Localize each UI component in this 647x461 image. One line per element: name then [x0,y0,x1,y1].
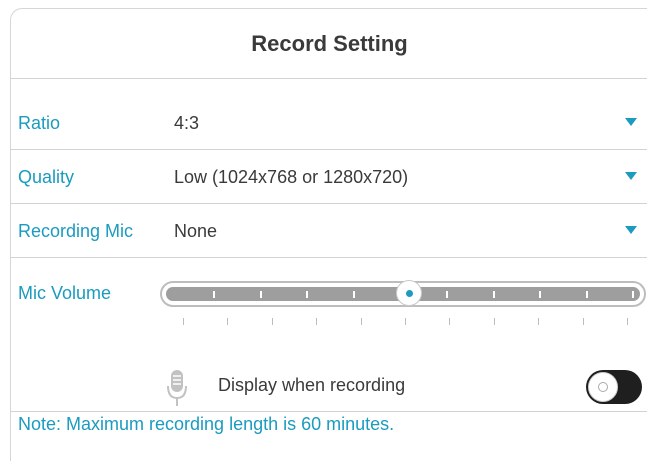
slider-notch [632,291,634,298]
divider [10,78,647,79]
toggle-knob [588,372,618,402]
slider-notch [493,291,495,298]
divider [10,411,647,412]
display-when-recording-toggle[interactable] [586,370,642,404]
slider-notch [539,291,541,298]
caret-down-icon[interactable] [625,172,637,180]
recording-mic-value[interactable]: None [174,205,217,257]
slider-tick [405,318,406,325]
slider-tick [583,318,584,325]
slider-tick [316,318,317,325]
slider-tick [183,318,184,325]
slider-notch [446,291,448,298]
slider-notch [353,291,355,298]
slider-tick [538,318,539,325]
slider-notch [213,291,215,298]
recording-mic-row[interactable]: Recording Mic None [10,205,647,257]
quality-label: Quality [18,167,75,187]
mic-volume-label: Mic Volume [18,283,112,303]
slider-notch [260,291,262,298]
microphone-icon [167,370,187,406]
caret-down-icon[interactable] [625,226,637,234]
divider [10,149,647,150]
quality-value[interactable]: Low (1024x768 or 1280x720) [174,151,408,203]
slider-notch [306,291,308,298]
recording-length-note: Note: Maximum recording length is 60 min… [18,414,395,434]
divider [10,257,647,258]
slider-tick [627,318,628,325]
quality-row[interactable]: Quality Low (1024x768 or 1280x720) [10,151,647,203]
slider-tick [494,318,495,325]
display-when-recording-label: Display when recording [218,375,406,395]
divider [10,203,647,204]
slider-tick [449,318,450,325]
slider-tick [272,318,273,325]
slider-tick [361,318,362,325]
slider-tick [227,318,228,325]
recording-mic-label: Recording Mic [18,221,134,241]
caret-down-icon[interactable] [625,118,637,126]
dialog-title: Record Setting [251,31,408,56]
ratio-row[interactable]: Ratio 4:3 [10,97,647,149]
slider-thumb[interactable] [396,280,422,306]
slider-notch [586,291,588,298]
ratio-label: Ratio [18,113,61,133]
ratio-value[interactable]: 4:3 [174,97,199,149]
